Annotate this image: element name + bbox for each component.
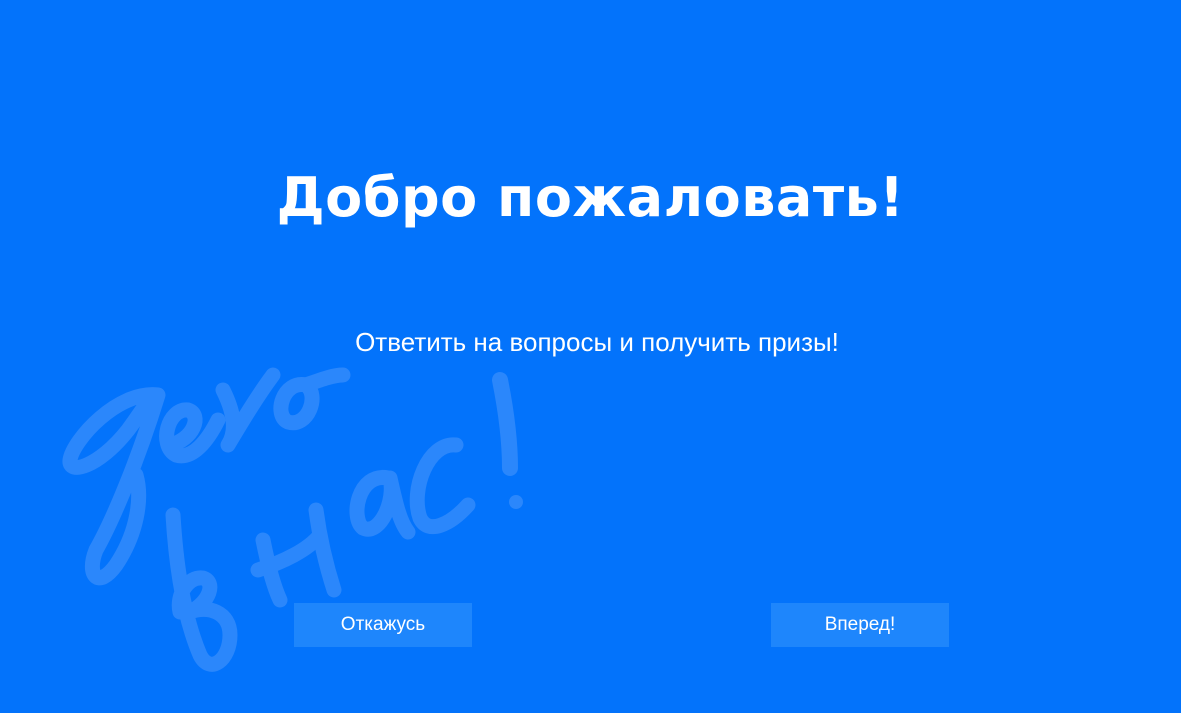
decline-button[interactable]: Откажусь [294, 603, 472, 647]
page-subtitle: Ответить на вопросы и получить призы! [355, 327, 839, 357]
watermark-text: дело в нас! [58, 680, 59, 681]
next-button[interactable]: Вперед! [771, 603, 949, 647]
page-title: Добро пожаловать! [276, 166, 905, 229]
welcome-screen: дело в нас! Добро пожаловать! Ответить н… [0, 0, 1181, 713]
